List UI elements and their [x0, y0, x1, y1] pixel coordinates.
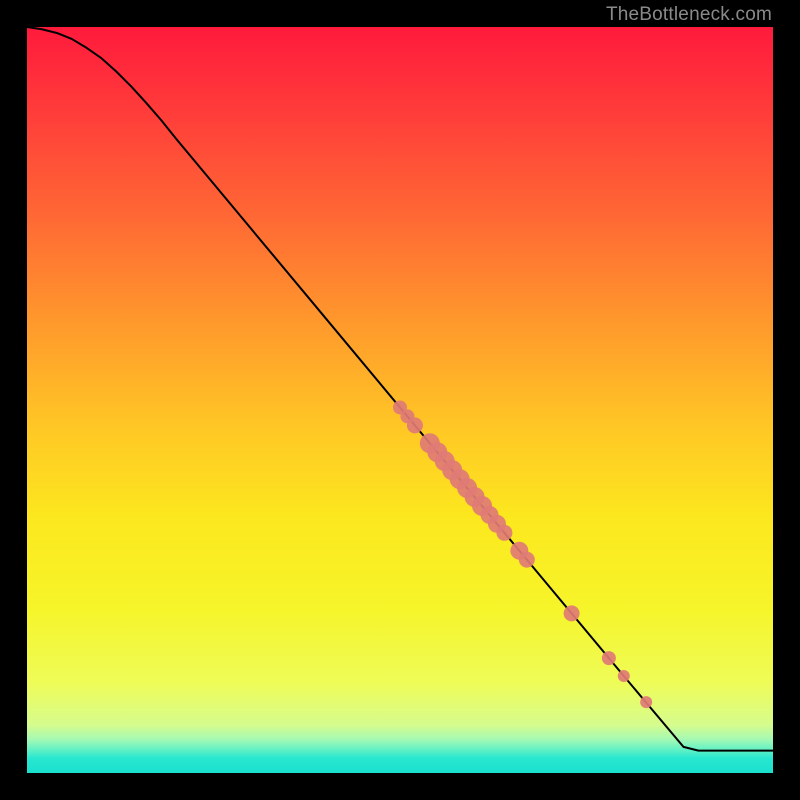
watermark-text: TheBottleneck.com: [606, 4, 772, 26]
curve-path: [27, 27, 773, 751]
plot-area: [27, 27, 773, 773]
data-point: [519, 552, 535, 568]
curve-line: [27, 27, 773, 751]
data-point: [640, 696, 652, 708]
data-points: [393, 400, 652, 708]
data-point: [618, 670, 630, 682]
chart-overlay: [27, 27, 773, 773]
data-point: [602, 651, 616, 665]
data-point: [407, 417, 423, 433]
chart-container: TheBottleneck.com: [0, 0, 800, 800]
data-point: [496, 525, 512, 541]
data-point: [564, 605, 580, 621]
